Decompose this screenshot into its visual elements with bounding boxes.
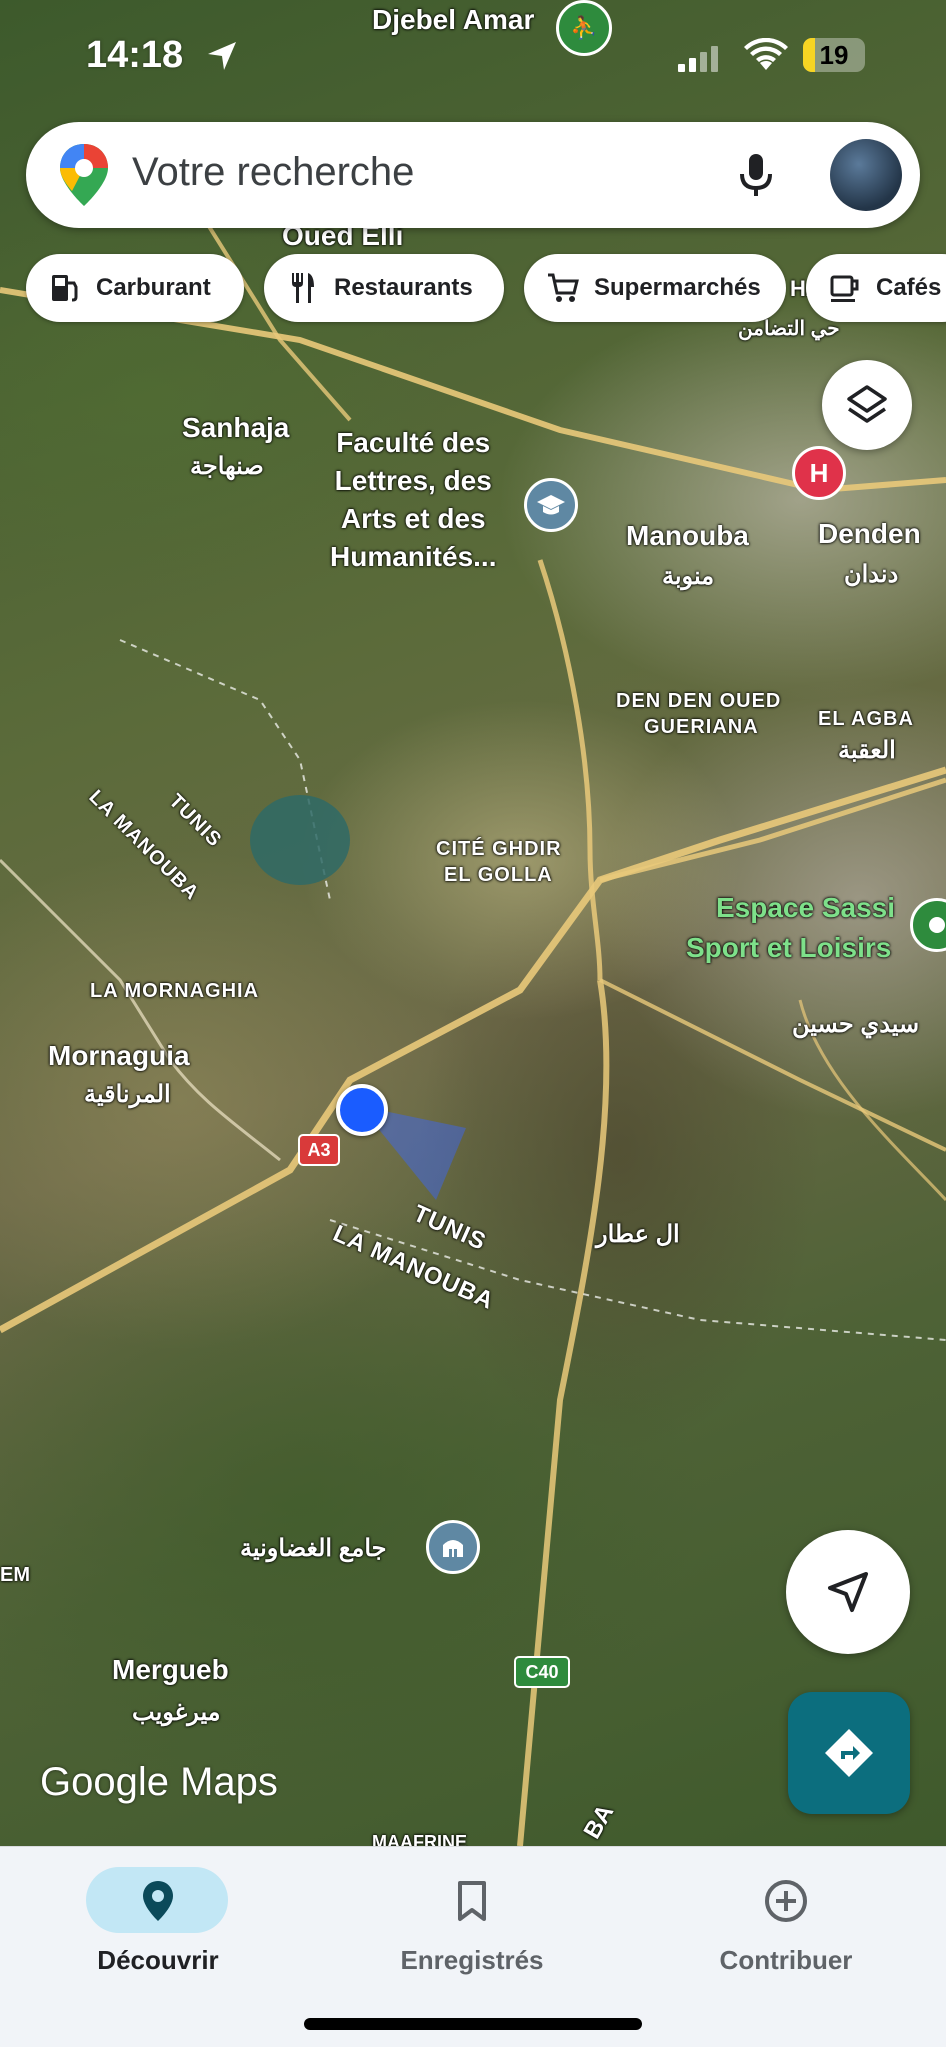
pin-icon (136, 1879, 180, 1923)
battery-level: 19 (819, 40, 849, 70)
fuel-icon (48, 271, 82, 305)
nav-contribute-label: Contribuer (719, 1945, 853, 1975)
map-label-el-agba-ar: العقبة (838, 737, 896, 764)
chip-cafes-label: Cafés (876, 274, 942, 301)
directions-button[interactable] (788, 1692, 910, 1814)
chip-supermarkets[interactable]: Supermarchés (524, 254, 786, 322)
plus-circle-icon (764, 1879, 808, 1923)
map-label-cite-ghdir: CITÉ GHDIR (436, 838, 562, 860)
map-label-mergueb: Mergueb (112, 1654, 229, 1685)
map-label-mergueb-ar: ميرغويب (132, 1699, 221, 1726)
map-label-espace-sassi-2: Sport et Loisirs (686, 932, 892, 963)
status-bar: 14:18 19 (0, 0, 946, 110)
layers-button[interactable] (822, 360, 912, 450)
chip-fuel-label: Carburant (96, 274, 211, 301)
map-label-denden: Denden (818, 518, 921, 549)
hospital-pin-icon[interactable]: H (792, 446, 846, 500)
nav-explore[interactable]: Découvrir (8, 1847, 308, 1987)
directions-icon (825, 1729, 873, 1777)
home-indicator[interactable] (304, 2018, 642, 2030)
profile-avatar[interactable] (830, 139, 902, 211)
chip-fuel[interactable]: Carburant (26, 254, 244, 322)
map-label-sanhaja: Sanhaja (182, 412, 290, 443)
nav-contribute[interactable]: Contribuer (636, 1847, 936, 1987)
search-bar[interactable]: Votre recherche (26, 122, 920, 228)
cafe-icon (828, 271, 862, 305)
map-label-mornaguia-ar: المرناقية (84, 1081, 171, 1108)
mosque-pin-icon[interactable] (426, 1520, 480, 1574)
nav-saved-label: Enregistrés (400, 1945, 544, 1975)
map-label-sanhaja-ar: صنهاجة (190, 453, 264, 480)
layers-icon (847, 385, 887, 423)
map-label-el-golla: EL GOLLA (444, 864, 553, 886)
microphone-icon[interactable] (738, 152, 774, 200)
map-label-la-mornaghia: LA MORNAGHIA (90, 980, 260, 1002)
google-maps-logo: Google Maps (40, 1760, 278, 1804)
google-maps-pin-icon (60, 144, 108, 206)
recenter-button[interactable] (786, 1530, 910, 1654)
road-shield-c40: C40 (514, 1656, 570, 1688)
location-arrow-icon (208, 42, 236, 70)
chip-cafes[interactable]: Cafés (806, 254, 946, 322)
search-input[interactable]: Votre recherche (132, 150, 414, 195)
bookmark-icon (450, 1879, 494, 1923)
map-label-denden-ar: دندان (844, 561, 899, 588)
map-label-den-den-oued: DEN DEN OUED (616, 690, 782, 712)
university-pin-icon[interactable] (524, 478, 578, 532)
sport-pin-icon[interactable] (910, 898, 946, 952)
map-label-manouba: Manouba (626, 520, 749, 551)
status-time: 14:18 (86, 34, 184, 76)
bottom-navigation: Découvrir Enregistrés Contribuer (0, 1846, 946, 2047)
map-label-mosque-ar: جامع الغضاونية (240, 1535, 387, 1562)
chip-supermarkets-label: Supermarchés (594, 274, 761, 301)
cart-icon (546, 271, 580, 305)
wifi-icon (744, 38, 788, 70)
signal-icon (678, 46, 718, 72)
map-label-al-atar-ar: ال عطار (596, 1221, 680, 1248)
map-label-espace-sassi-1: Espace Sassi (716, 892, 896, 923)
map-label-mornaguia: Mornaguia (48, 1040, 190, 1071)
chip-restaurants[interactable]: Restaurants (264, 254, 504, 322)
current-location-dot (336, 1084, 388, 1136)
map-label-manouba-ar: منوبة (662, 563, 715, 590)
nav-explore-label: Découvrir (97, 1945, 219, 1975)
road-shield-a3: A3 (298, 1134, 340, 1166)
map-label-el-agba: EL AGBA (818, 708, 914, 730)
map-label-gueriana: GUERIANA (644, 716, 759, 738)
nav-saved[interactable]: Enregistrés (322, 1847, 622, 1987)
map-label-maafrine: MAAFRINE (372, 1832, 467, 1846)
map-label-faculte: Faculté des Lettres, des Arts et des Hum… (330, 427, 497, 572)
map-label-sidi-hassine-ar: سيدي حسين (792, 1011, 920, 1038)
chip-restaurants-label: Restaurants (334, 274, 473, 301)
battery-indicator: 19 (803, 38, 865, 72)
navigation-arrow-icon (828, 1572, 868, 1612)
restaurant-icon (286, 271, 320, 305)
map-label-em: EM (0, 1564, 30, 1586)
